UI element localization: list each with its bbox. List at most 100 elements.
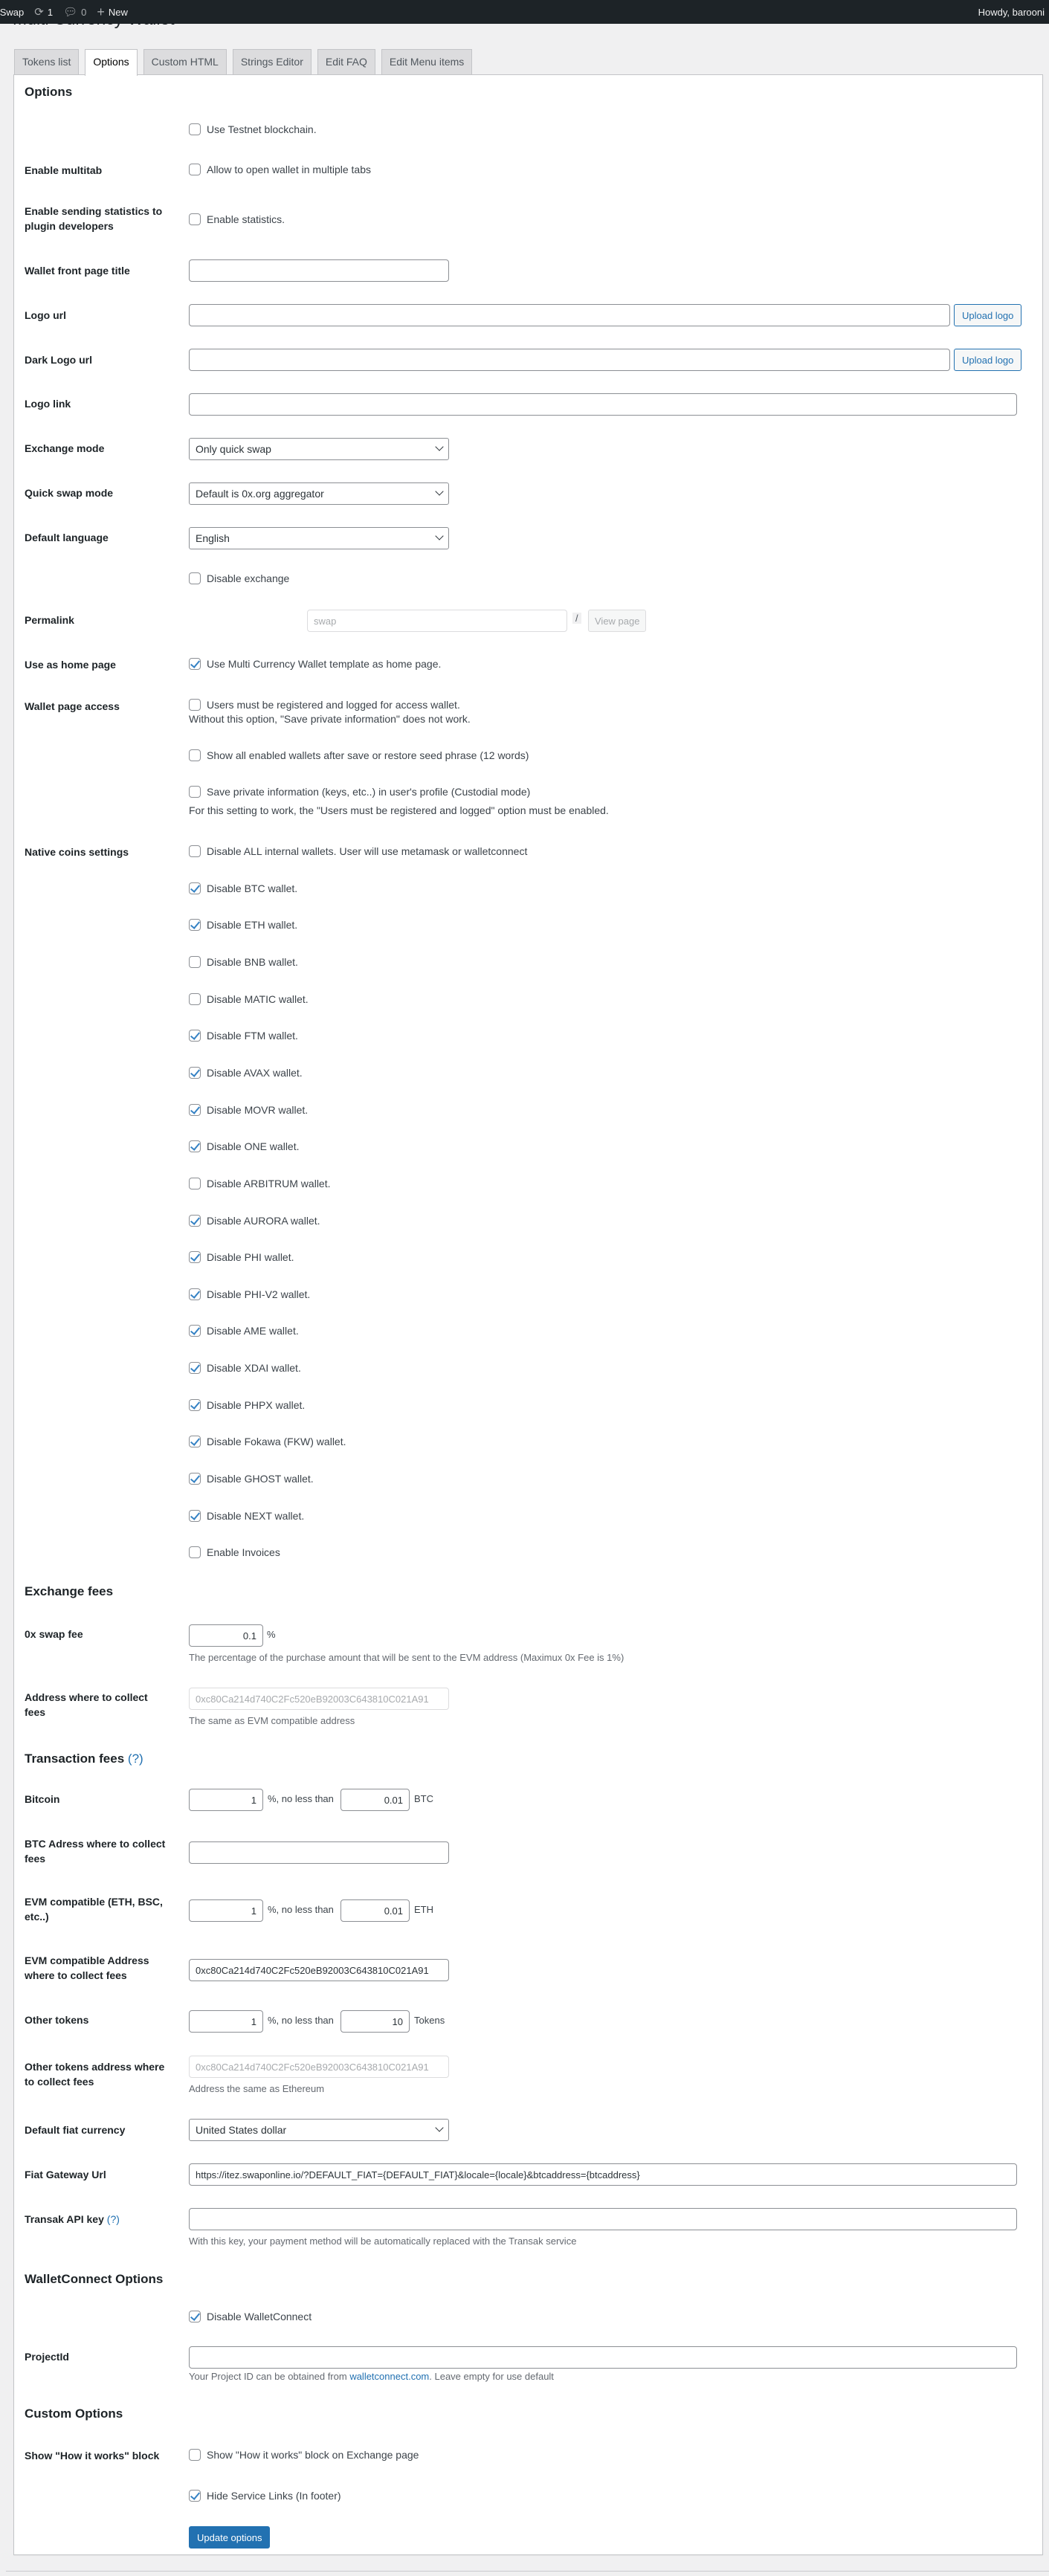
logo-url-input[interactable] — [189, 304, 950, 326]
native-coin-checkbox[interactable] — [189, 1067, 201, 1079]
disable-exchange-checkbox[interactable] — [189, 572, 201, 584]
native-coin-option[interactable]: Disable PHPX wallet. — [189, 1399, 305, 1411]
project-id-input[interactable] — [189, 2346, 1017, 2369]
tab-tokens-list[interactable]: Tokens list — [14, 49, 80, 75]
quick-swap-mode-select[interactable]: Default is 0x.org aggregator — [189, 482, 449, 505]
walletconnect-link[interactable]: walletconnect.com — [349, 2371, 429, 2382]
native-coin-checkbox[interactable] — [189, 1473, 201, 1485]
disable-walletconnect-option[interactable]: Disable WalletConnect — [189, 2311, 312, 2322]
native-coin-option[interactable]: Disable Fokawa (FKW) wallet. — [189, 1436, 346, 1447]
upload-dark-logo-button[interactable]: Upload logo — [954, 349, 1022, 371]
how-it-works-checkbox[interactable] — [189, 2449, 201, 2461]
updates-link[interactable]: ⟳ 1 — [34, 5, 53, 19]
statistics-option[interactable]: Enable statistics. — [189, 213, 285, 225]
native-coin-checkbox[interactable] — [189, 919, 201, 931]
native-coin-option[interactable]: Disable FTM wallet. — [189, 1030, 298, 1042]
native-coin-checkbox[interactable] — [189, 1325, 201, 1337]
native-coin-checkbox[interactable] — [189, 956, 201, 968]
native-coin-option[interactable]: Disable ALL internal wallets. User will … — [189, 845, 527, 857]
native-coin-checkbox[interactable] — [189, 845, 201, 857]
transak-api-key-input[interactable] — [189, 2208, 1017, 2230]
evm-address-input[interactable]: 0xc80Ca214d740C2Fc520eB92003C643810C021A… — [189, 1959, 449, 1981]
logo-link-input[interactable] — [189, 393, 1017, 416]
home-page-option[interactable]: Use Multi Currency Wallet template as ho… — [189, 658, 441, 670]
collect-address-input[interactable]: 0xc80Ca214d740C2Fc520eB92003C643810C021A… — [189, 1688, 449, 1710]
permalink-input[interactable]: swap — [307, 610, 567, 632]
bitcoin-percent-input[interactable]: 1 — [189, 1789, 263, 1811]
native-coin-option[interactable]: Disable MOVR wallet. — [189, 1104, 308, 1116]
other-tokens-min-input[interactable]: 10 — [340, 2010, 410, 2033]
native-coin-option[interactable]: Disable ONE wallet. — [189, 1140, 300, 1152]
front-title-input[interactable] — [189, 259, 449, 282]
native-coin-option[interactable]: Enable Invoices — [189, 1546, 280, 1558]
btc-address-input[interactable] — [189, 1841, 449, 1864]
new-content-link[interactable]: + New — [97, 4, 128, 20]
multitab-checkbox[interactable] — [189, 164, 201, 175]
save-private-checkbox[interactable] — [189, 786, 201, 798]
save-private-option[interactable]: Save private information (keys, etc..) i… — [189, 786, 530, 798]
native-coin-checkbox[interactable] — [189, 993, 201, 1005]
hide-links-option[interactable]: Hide Service Links (In footer) — [189, 2490, 341, 2502]
native-coin-option[interactable]: Disable AURORA wallet. — [189, 1215, 320, 1227]
testnet-checkbox[interactable] — [189, 123, 201, 135]
native-coin-checkbox[interactable] — [189, 882, 201, 894]
transaction-fees-help-link[interactable]: (?) — [128, 1752, 143, 1766]
tab-options[interactable]: Options — [85, 49, 138, 76]
native-coin-option[interactable]: Disable AVAX wallet. — [189, 1067, 303, 1079]
native-coin-option[interactable]: Disable AME wallet. — [189, 1325, 299, 1337]
multitab-option[interactable]: Allow to open wallet in multiple tabs — [189, 164, 371, 175]
native-coin-checkbox[interactable] — [189, 1030, 201, 1042]
disable-walletconnect-checkbox[interactable] — [189, 2311, 201, 2322]
native-coin-checkbox[interactable] — [189, 1104, 201, 1116]
evm-percent-input[interactable]: 1 — [189, 1899, 263, 1922]
dark-logo-url-input[interactable] — [189, 349, 950, 371]
default-language-select[interactable]: English — [189, 527, 449, 549]
site-name-link[interactable]: al Swap — [0, 7, 24, 18]
fiat-gateway-input[interactable]: https://itez.swaponline.io/?DEFAULT_FIAT… — [189, 2163, 1017, 2186]
native-coin-checkbox[interactable] — [189, 1436, 201, 1447]
show-all-checkbox[interactable] — [189, 749, 201, 761]
native-coin-checkbox[interactable] — [189, 1140, 201, 1152]
tab-edit-faq[interactable]: Edit FAQ — [317, 49, 375, 75]
native-coin-option[interactable]: Disable PHI wallet. — [189, 1251, 294, 1263]
fiat-currency-select[interactable]: United States dollar — [189, 2119, 449, 2141]
testnet-option[interactable]: Use Testnet blockchain. — [189, 123, 317, 135]
native-coin-option[interactable]: Disable NEXT wallet. — [189, 1510, 304, 1522]
native-coin-checkbox[interactable] — [189, 1215, 201, 1227]
transak-help-link[interactable]: (?) — [107, 2213, 120, 2225]
native-coin-checkbox[interactable] — [189, 1288, 201, 1300]
how-it-works-option[interactable]: Show "How it works" block on Exchange pa… — [189, 2449, 419, 2461]
native-coin-option[interactable]: Disable XDAI wallet. — [189, 1362, 301, 1374]
native-coin-checkbox[interactable] — [189, 1510, 201, 1522]
tab-edit-menu-items[interactable]: Edit Menu items — [381, 49, 473, 75]
native-coin-option[interactable]: Disable MATIC wallet. — [189, 993, 309, 1005]
upload-logo-button[interactable]: Upload logo — [954, 304, 1022, 326]
evm-min-input[interactable]: 0.01 — [340, 1899, 410, 1922]
native-coin-option[interactable]: Disable GHOST wallet. — [189, 1473, 314, 1485]
native-coin-option[interactable]: Disable BTC wallet. — [189, 882, 297, 894]
home-page-checkbox[interactable] — [189, 658, 201, 670]
tab-custom-html[interactable]: Custom HTML — [143, 49, 227, 75]
show-all-option[interactable]: Show all enabled wallets after save or r… — [189, 749, 529, 761]
registered-option[interactable]: Users must be registered and logged for … — [189, 699, 460, 711]
native-coin-option[interactable]: Disable ARBITRUM wallet. — [189, 1178, 331, 1189]
native-coin-option[interactable]: Disable BNB wallet. — [189, 956, 298, 968]
bitcoin-min-input[interactable]: 0.01 — [340, 1789, 410, 1811]
native-coin-option[interactable]: Disable ETH wallet. — [189, 919, 297, 931]
comments-link[interactable]: 💬︎ 0 — [63, 5, 86, 19]
native-coin-checkbox[interactable] — [189, 1399, 201, 1411]
native-coin-checkbox[interactable] — [189, 1362, 201, 1374]
other-tokens-percent-input[interactable]: 1 — [189, 2010, 263, 2033]
swap-fee-input[interactable]: 0.1 — [189, 1624, 263, 1647]
registered-checkbox[interactable] — [189, 699, 201, 711]
native-coin-checkbox[interactable] — [189, 1546, 201, 1558]
disable-exchange-option[interactable]: Disable exchange — [189, 572, 289, 584]
update-options-button[interactable]: Update options — [189, 2526, 271, 2548]
statistics-checkbox[interactable] — [189, 213, 201, 225]
exchange-mode-select[interactable]: Only quick swap — [189, 438, 449, 460]
tab-strings-editor[interactable]: Strings Editor — [232, 49, 312, 75]
native-coin-checkbox[interactable] — [189, 1251, 201, 1263]
view-page-button[interactable]: View page — [588, 610, 647, 632]
native-coin-checkbox[interactable] — [189, 1178, 201, 1189]
native-coin-option[interactable]: Disable PHI-V2 wallet. — [189, 1288, 310, 1300]
